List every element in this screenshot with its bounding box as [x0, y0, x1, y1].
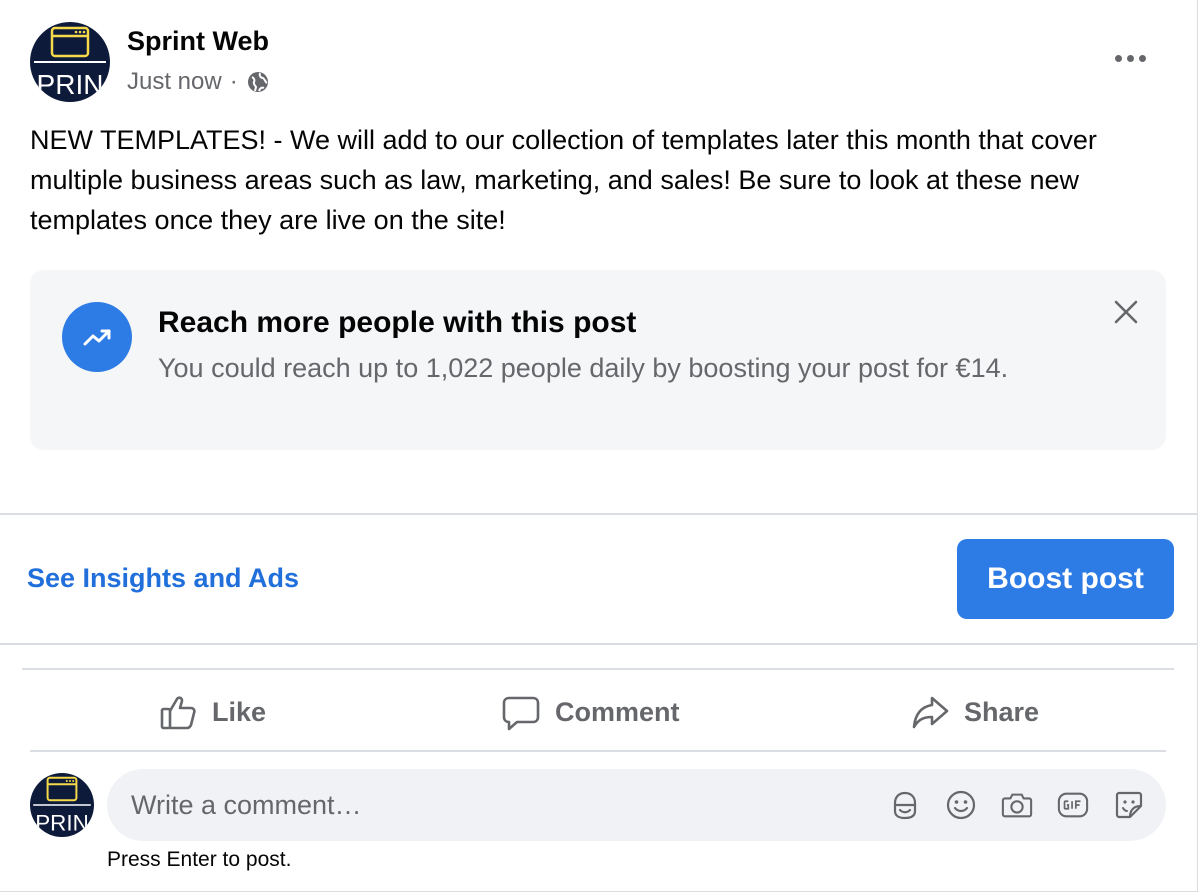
camera-icon[interactable] — [1001, 789, 1033, 821]
comment-input[interactable] — [131, 769, 831, 841]
like-button[interactable]: Like — [158, 688, 266, 736]
comment-label: Comment — [555, 696, 680, 727]
close-icon[interactable] — [1108, 294, 1144, 330]
comment-button[interactable]: Comment — [501, 688, 680, 736]
post-timestamp[interactable]: Just now — [127, 68, 222, 96]
svg-text:PRIN: PRIN — [35, 811, 89, 836]
page-name[interactable]: Sprint Web — [127, 26, 269, 57]
avatar-sticker-icon[interactable] — [889, 789, 921, 821]
sticker-icon[interactable] — [1113, 789, 1145, 821]
commenter-avatar[interactable]: PRIN — [30, 773, 94, 837]
trending-up-icon — [62, 302, 132, 372]
boost-post-button[interactable]: Boost post — [957, 539, 1174, 619]
divider — [30, 750, 1166, 752]
divider — [0, 513, 1198, 515]
gif-icon[interactable] — [1057, 789, 1089, 821]
divider — [0, 643, 1198, 645]
boost-prompt-title: Reach more people with this post — [158, 306, 637, 339]
more-options-icon[interactable] — [1108, 46, 1152, 70]
globe-icon[interactable] — [246, 70, 270, 94]
share-icon — [910, 692, 950, 732]
divider — [22, 668, 1174, 670]
comment-composer — [107, 769, 1166, 841]
post-card: PRIN Sprint Web Just now · NEW TEMPLATES… — [0, 0, 1198, 892]
meta-separator: · — [229, 68, 238, 95]
press-enter-hint: Press Enter to post. — [107, 848, 292, 871]
boost-prompt: Reach more people with this post You cou… — [30, 270, 1166, 450]
like-label: Like — [212, 696, 267, 727]
thumbs-up-icon — [158, 692, 198, 732]
boost-prompt-description: You could reach up to 1,022 people daily… — [158, 353, 1009, 383]
comment-icon — [501, 692, 541, 732]
share-label: Share — [964, 696, 1040, 727]
svg-text:PRIN: PRIN — [37, 69, 104, 100]
see-insights-link[interactable]: See Insights and Ads — [27, 563, 299, 594]
emoji-icon[interactable] — [945, 789, 977, 821]
post-meta: Just now · — [127, 68, 270, 96]
page-avatar[interactable]: PRIN — [30, 22, 110, 102]
share-button[interactable]: Share — [910, 688, 1039, 736]
post-text: NEW TEMPLATES! - We will add to our coll… — [30, 125, 1097, 235]
